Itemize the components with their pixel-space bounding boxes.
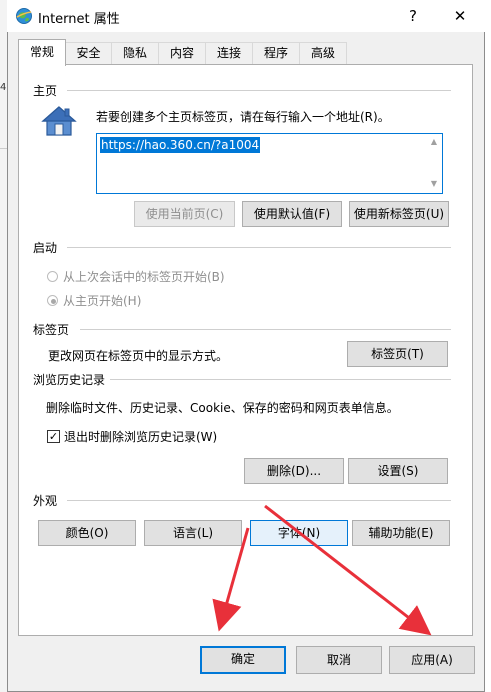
radio-start-with-home[interactable]: [47, 295, 58, 306]
use-default-button[interactable]: 使用默认值(F): [242, 201, 342, 227]
textarea-scroll-up-icon[interactable]: ▲: [427, 135, 441, 149]
tabs-section-description: 更改网页在标签页中的显示方式。: [48, 349, 229, 363]
delete-history-button[interactable]: 删除(D)...: [244, 458, 344, 484]
ok-button[interactable]: 确定: [200, 646, 286, 674]
radio-last-session[interactable]: [47, 271, 58, 282]
home-page-url-text: https://hao.360.cn/?a1004: [100, 137, 261, 153]
appearance-section-label: 外观: [33, 494, 58, 508]
tab-connections[interactable]: 连接: [205, 42, 253, 64]
history-divider: [110, 379, 451, 380]
colors-button[interactable]: 颜色(O): [38, 520, 136, 546]
use-new-tab-button[interactable]: 使用新标签页(U): [349, 201, 449, 227]
tab-programs[interactable]: 程序: [252, 42, 300, 64]
home-page-divider: [67, 90, 451, 91]
tab-content[interactable]: 内容: [158, 42, 206, 64]
tabs-settings-button[interactable]: 标签页(T): [347, 341, 448, 367]
tab-security[interactable]: 安全: [65, 42, 112, 64]
dialog-title: Internet 属性: [38, 12, 120, 27]
tab-advanced[interactable]: 高级: [299, 42, 347, 64]
house-icon: [41, 106, 77, 136]
history-section-label: 浏览历史记录: [33, 373, 106, 387]
history-settings-button[interactable]: 设置(S): [348, 458, 448, 484]
help-button[interactable]: ?: [398, 4, 428, 28]
close-button[interactable]: ✕: [445, 4, 475, 28]
use-current-page-button[interactable]: 使用当前页(C): [134, 201, 235, 227]
history-description: 删除临时文件、历史记录、Cookie、保存的密码和网页表单信息。: [46, 401, 399, 415]
tab-general[interactable]: 常规: [18, 39, 66, 66]
languages-button[interactable]: 语言(L): [144, 520, 242, 546]
radio-start-with-home-label: 从主页开始(H): [63, 294, 142, 308]
fonts-button[interactable]: 字体(N): [250, 520, 348, 546]
cancel-button[interactable]: 取消: [296, 646, 382, 674]
tab-privacy[interactable]: 隐私: [111, 42, 159, 64]
startup-divider: [67, 247, 451, 248]
home-page-section-label: 主页: [33, 84, 58, 98]
home-page-instructions: 若要创建多个主页标签页，请在每行输入一个地址(R)。: [96, 110, 390, 124]
accessibility-button[interactable]: 辅助功能(E): [352, 520, 450, 546]
appearance-divider: [67, 500, 451, 501]
apply-button[interactable]: 应用(A): [389, 646, 475, 674]
startup-section-label: 启动: [33, 241, 58, 255]
internet-globe-icon: [16, 8, 32, 24]
tabs-section-divider: [80, 329, 451, 330]
tabs-section-label: 标签页: [33, 323, 70, 337]
delete-history-on-exit-label: 退出时删除浏览历史记录(W): [64, 430, 218, 444]
radio-selected-dot: [51, 299, 56, 304]
radio-last-session-label: 从上次会话中的标签页开始(B): [63, 270, 225, 284]
background-window-fragment: 4: [0, 82, 7, 93]
textarea-scroll-down-icon[interactable]: ▼: [427, 177, 441, 191]
delete-history-on-exit-checkbox[interactable]: ✓: [47, 430, 60, 443]
